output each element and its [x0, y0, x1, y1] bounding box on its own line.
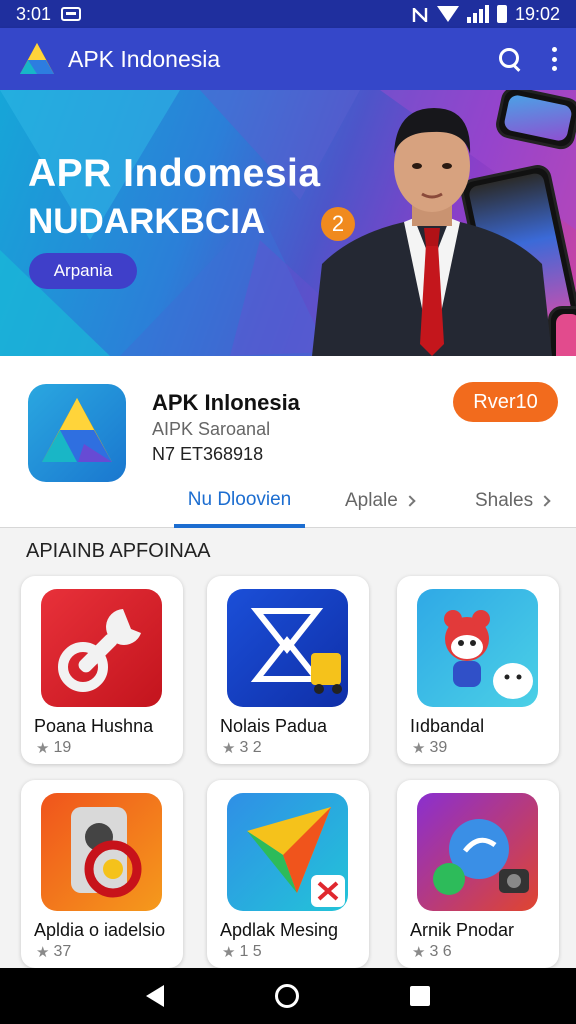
navigation-app-icon	[227, 793, 348, 911]
app-tile-rating: ★ 39	[412, 739, 447, 757]
rating-value: 3 6	[429, 943, 452, 960]
tab-label: Shales	[475, 490, 534, 511]
app-tile[interactable]: Apldia o iadelsio ★ 37	[21, 780, 183, 968]
robot-app-icon	[227, 589, 348, 707]
tab-label: Aplale	[345, 490, 398, 511]
recent-apps-icon[interactable]	[410, 986, 431, 1006]
banner-subtitle: NUDARKBCIA	[28, 202, 266, 241]
app-detail-card: APK Inlonesia AIPK Saroanal N7 ET368918 …	[0, 356, 576, 528]
message-notification-icon	[61, 7, 82, 21]
app-title: APK Indonesia	[68, 45, 221, 72]
tab-apps[interactable]: Aplale	[345, 476, 416, 526]
app-tile[interactable]: Nolais Padua ★ 3 2	[207, 576, 369, 764]
tab-overview[interactable]: Nu Dloovien	[174, 476, 305, 528]
home-icon[interactable]	[274, 984, 299, 1008]
app-tile[interactable]: Poana Hushna ★ 19	[21, 576, 183, 764]
app-publisher: AIPK Saroanal	[152, 419, 271, 439]
rating-value: 1 5	[239, 943, 262, 960]
banner-cta-button[interactable]: Arpania	[29, 253, 137, 289]
apk-logo-icon	[18, 40, 56, 78]
app-tile-name: Poana Hushna	[34, 716, 154, 736]
banner-badge: 2	[321, 207, 355, 241]
star-icon: ★	[36, 740, 50, 757]
tab-label: Nu Dloovien	[187, 489, 292, 510]
app-tile[interactable]: Arnik Pnodar ★ 3 6	[397, 780, 559, 968]
star-icon: ★	[222, 740, 236, 757]
app-tile[interactable]: Apdlak Mesing ★ 1 5	[207, 780, 369, 968]
app-tile-name: Apldia o iadelsio	[34, 920, 166, 940]
nfc-icon	[411, 6, 429, 22]
app-tabs: Nu Dloovien Aplale Shales	[0, 476, 576, 528]
app-tile-rating: ★ 3 2	[222, 739, 262, 757]
wifi-icon	[436, 6, 459, 22]
back-icon[interactable]	[145, 985, 164, 1007]
rating-value: 39	[429, 739, 448, 756]
chevron-right-icon	[539, 495, 551, 507]
status-clock: 19:02	[514, 3, 560, 24]
star-icon: ★	[222, 944, 236, 961]
rating-value: 3 2	[239, 739, 262, 756]
install-button[interactable]: Rver10	[453, 382, 558, 422]
app-tile-name: Apdlak Mesing	[220, 920, 339, 940]
search-icon[interactable]	[498, 47, 522, 71]
app-tile-rating: ★ 37	[36, 943, 71, 961]
rating-value: 19	[53, 739, 72, 756]
app-tile-name: Nolais Padua	[220, 716, 328, 736]
app-tile-rating: ★ 1 5	[222, 943, 262, 961]
chevron-right-icon	[404, 495, 416, 507]
app-version: N7 ET368918	[152, 444, 264, 464]
battery-icon	[496, 5, 507, 23]
star-icon: ★	[36, 944, 50, 961]
cellular-signal-icon	[466, 5, 489, 23]
system-nav-bar	[0, 968, 576, 1024]
status-bar: 3:01 19:02	[0, 0, 576, 28]
star-icon: ★	[412, 944, 426, 961]
app-tile[interactable]: Iıdbandal ★ 39	[397, 576, 559, 764]
promo-banner[interactable]: APR Indomesia NUDARKBCIA 2 Arpania	[0, 90, 576, 356]
messenger-app-icon	[417, 793, 538, 911]
star-icon: ★	[412, 740, 426, 757]
camera-app-icon	[41, 793, 162, 911]
tab-shares[interactable]: Shales	[475, 476, 551, 526]
phone-illustration	[548, 306, 576, 356]
banner-title: APR Indomesia	[28, 152, 321, 195]
app-bar: APK Indonesia	[0, 28, 576, 90]
app-tile-rating: ★ 19	[36, 739, 71, 757]
rating-value: 37	[53, 943, 72, 960]
app-tile-name: Arnik Pnodar	[410, 920, 515, 940]
apps-section: APIAINB APFOINAA Poana Hushna ★ 19 Nolai…	[0, 528, 576, 968]
wrench-app-icon	[41, 589, 162, 707]
section-title: APIAINB APFOINAA	[26, 540, 211, 562]
app-name: APK Inlonesia	[152, 390, 300, 415]
character-app-icon	[417, 589, 538, 707]
more-options-icon[interactable]	[552, 47, 558, 71]
app-tile-name: Iıdbandal	[410, 716, 485, 736]
status-time: 3:01	[16, 3, 52, 24]
app-icon	[28, 384, 126, 482]
app-tile-rating: ★ 3 6	[412, 943, 452, 961]
